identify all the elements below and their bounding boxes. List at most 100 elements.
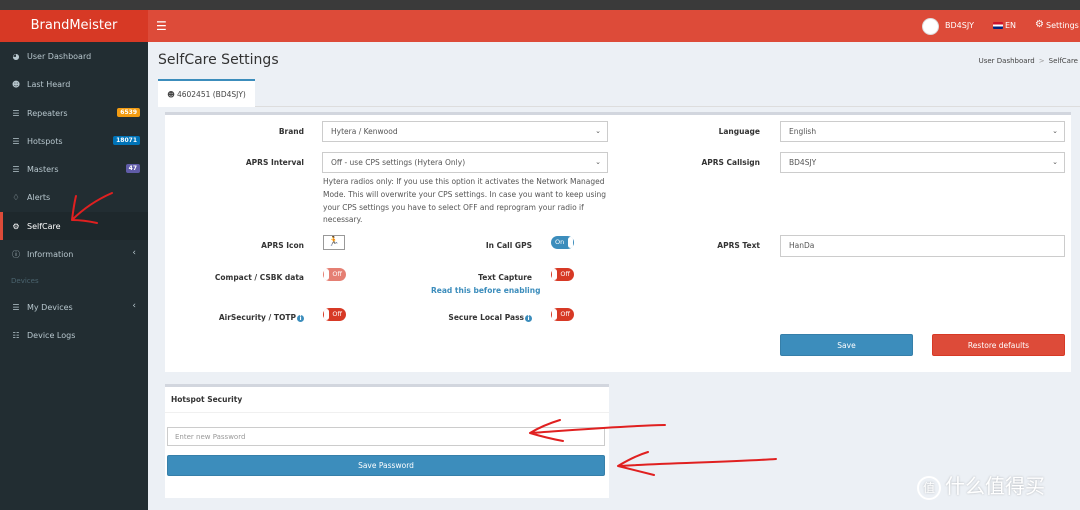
sidebar-item-label: Last Heard [27, 79, 71, 89]
sidebar-item-device-logs[interactable]: ☷ Device Logs [0, 321, 148, 349]
secure-local-pass-label-text: Secure Local Pass [448, 313, 524, 322]
sidebar-item-label: Hotspots [27, 136, 63, 146]
hotspot-security-title: Hotspot Security [171, 395, 243, 404]
bell-icon: ♢ [12, 192, 20, 202]
sidebar-item-information[interactable]: ⓘ Information ‹ [0, 240, 148, 268]
save-button[interactable]: Save [780, 334, 913, 356]
sidebar-item-label: SelfCare [27, 221, 61, 231]
sidebar-item-repeaters[interactable]: ☰ Repeaters 6539 [0, 99, 148, 127]
sidebar-item-user-dashboard[interactable]: ◕ User Dashboard [0, 42, 148, 70]
brand-label: Brand [278, 127, 304, 136]
gear-icon[interactable]: ⚙ [1035, 19, 1044, 30]
sidebar-item-label: Masters [27, 164, 59, 174]
aprs-interval-select[interactable]: Off - use CPS settings (Hytera Only) ⌄ [322, 152, 608, 173]
aprs-text-label: APRS Text [717, 241, 760, 250]
user-callsign[interactable]: BD4SJY [945, 21, 974, 30]
sidebar-item-label: My Devices [27, 302, 73, 312]
page-title: SelfCare Settings [158, 52, 279, 68]
top-navbar: ☰ BD4SJY EN ⚙ Settings [148, 10, 1080, 42]
brand-select-value: Hytera / Kenwood [331, 127, 398, 136]
info-icon[interactable]: i [297, 314, 304, 322]
sidebar-item-alerts[interactable]: ♢ Alerts [0, 183, 148, 211]
list-icon: ☰ [12, 302, 20, 312]
airsecurity-label-text: AirSecurity / TOTP [218, 313, 296, 322]
uk-flag-icon [993, 22, 1003, 29]
read-before-enabling-link[interactable]: Read this before enabling [431, 286, 540, 295]
sidebar-item-masters[interactable]: ☰ Masters 47 [0, 155, 148, 183]
aprs-interval-label: APRS Interval [245, 158, 304, 167]
chevron-down-icon: ⌄ [595, 127, 601, 135]
info-icon: ⓘ [12, 249, 20, 259]
list-icon: ☰ [12, 136, 20, 146]
watermark-badge: 值 [917, 475, 941, 500]
list-icon: ☰ [12, 164, 20, 174]
chevron-down-icon: ⌄ [1052, 158, 1058, 166]
sidebar-item-hotspots[interactable]: ☰ Hotspots 18071 [0, 127, 148, 155]
sidebar-item-label: Repeaters [27, 108, 68, 118]
airsecurity-toggle[interactable]: Off [323, 308, 346, 321]
gear-icon: ⚙ [12, 221, 20, 231]
sidebar-item-label: Information [27, 249, 74, 259]
breadcrumb: User Dashboard > SelfCare [979, 57, 1078, 65]
watermark: 值什么值得买 [917, 470, 1045, 500]
compact-csbk-label: Compact / CSBK data [214, 273, 304, 282]
aprs-callsign-label: APRS Callsign [701, 158, 760, 167]
sidebar-item-last-heard[interactable]: ☻ Last Heard [0, 70, 148, 98]
count-badge: 18071 [113, 136, 140, 145]
dashboard-icon: ◕ [12, 51, 20, 61]
info-icon[interactable]: i [525, 314, 532, 322]
sidebar-section-header: Devices [11, 277, 39, 285]
brand-select[interactable]: Hytera / Kenwood ⌄ [322, 121, 608, 142]
text-capture-label: Text Capture [478, 273, 532, 282]
chevron-left-icon: ‹ [132, 301, 136, 311]
secure-local-pass-toggle[interactable]: Off [551, 308, 574, 321]
book-icon: ☷ [12, 330, 20, 340]
secure-local-pass-label: Secure Local Pass i [432, 313, 532, 322]
chevron-down-icon: ⌄ [595, 158, 601, 166]
count-badge: 6539 [117, 108, 140, 117]
tab-device[interactable]: ☻ 4602451 (BD4SJY) [158, 79, 255, 107]
sidebar: ◕ User Dashboard ☻ Last Heard ☰ Repeater… [0, 42, 148, 510]
count-badge: 47 [125, 164, 140, 173]
breadcrumb-separator: > [1038, 57, 1045, 65]
new-password-input[interactable] [167, 427, 605, 446]
aprs-help-text: Hytera radios only: If you use this opti… [323, 177, 607, 225]
settings-link[interactable]: Settings [1046, 21, 1079, 30]
breadcrumb-current: SelfCare [1048, 57, 1078, 65]
brand-logo[interactable]: BrandMeister [0, 10, 148, 42]
language-switch[interactable]: EN [1005, 21, 1016, 30]
user-icon: ☻ [11, 79, 21, 89]
language-select[interactable]: English ⌄ [780, 121, 1065, 142]
aprs-icon-picker[interactable]: 🏃 [323, 235, 345, 250]
browser-top-strip [0, 0, 1080, 10]
aprs-icon-label: APRS Icon [261, 241, 304, 250]
sidebar-item-my-devices[interactable]: ☰ My Devices ‹ [0, 293, 148, 321]
watermark-text: 什么值得买 [945, 474, 1045, 498]
sidebar-item-label: Alerts [27, 192, 51, 202]
hamburger-icon[interactable]: ☰ [156, 18, 167, 34]
sidebar-item-label: Device Logs [27, 330, 76, 340]
aprs-text-field[interactable]: HanDa [780, 235, 1065, 257]
avatar[interactable] [922, 18, 939, 35]
divider [165, 412, 609, 413]
tab-label: 4602451 (BD4SJY) [176, 89, 246, 99]
restore-defaults-button[interactable]: Restore defaults [932, 334, 1065, 356]
aprs-callsign-select-value: BD4SJY [789, 158, 817, 167]
breadcrumb-link[interactable]: User Dashboard [979, 57, 1035, 65]
text-capture-toggle[interactable]: Off [551, 268, 574, 281]
compact-csbk-toggle[interactable]: Off [323, 268, 346, 281]
in-call-gps-toggle[interactable]: On [551, 236, 574, 249]
language-select-value: English [789, 127, 817, 136]
chevron-down-icon: ⌄ [1052, 127, 1058, 135]
sidebar-item-label: User Dashboard [27, 51, 92, 61]
save-password-button[interactable]: Save Password [167, 455, 605, 476]
list-icon: ☰ [12, 108, 20, 118]
annotation-arrow-save-password [617, 451, 777, 476]
aprs-interval-select-value: Off - use CPS settings (Hytera Only) [331, 158, 466, 167]
in-call-gps-label: In Call GPS [485, 241, 532, 250]
aprs-callsign-select[interactable]: BD4SJY ⌄ [780, 152, 1065, 173]
airsecurity-label: AirSecurity / TOTP i [200, 313, 304, 322]
user-icon: ☻ [167, 89, 175, 99]
language-label: Language [718, 127, 760, 136]
sidebar-item-selfcare[interactable]: ⚙ SelfCare [0, 212, 148, 240]
